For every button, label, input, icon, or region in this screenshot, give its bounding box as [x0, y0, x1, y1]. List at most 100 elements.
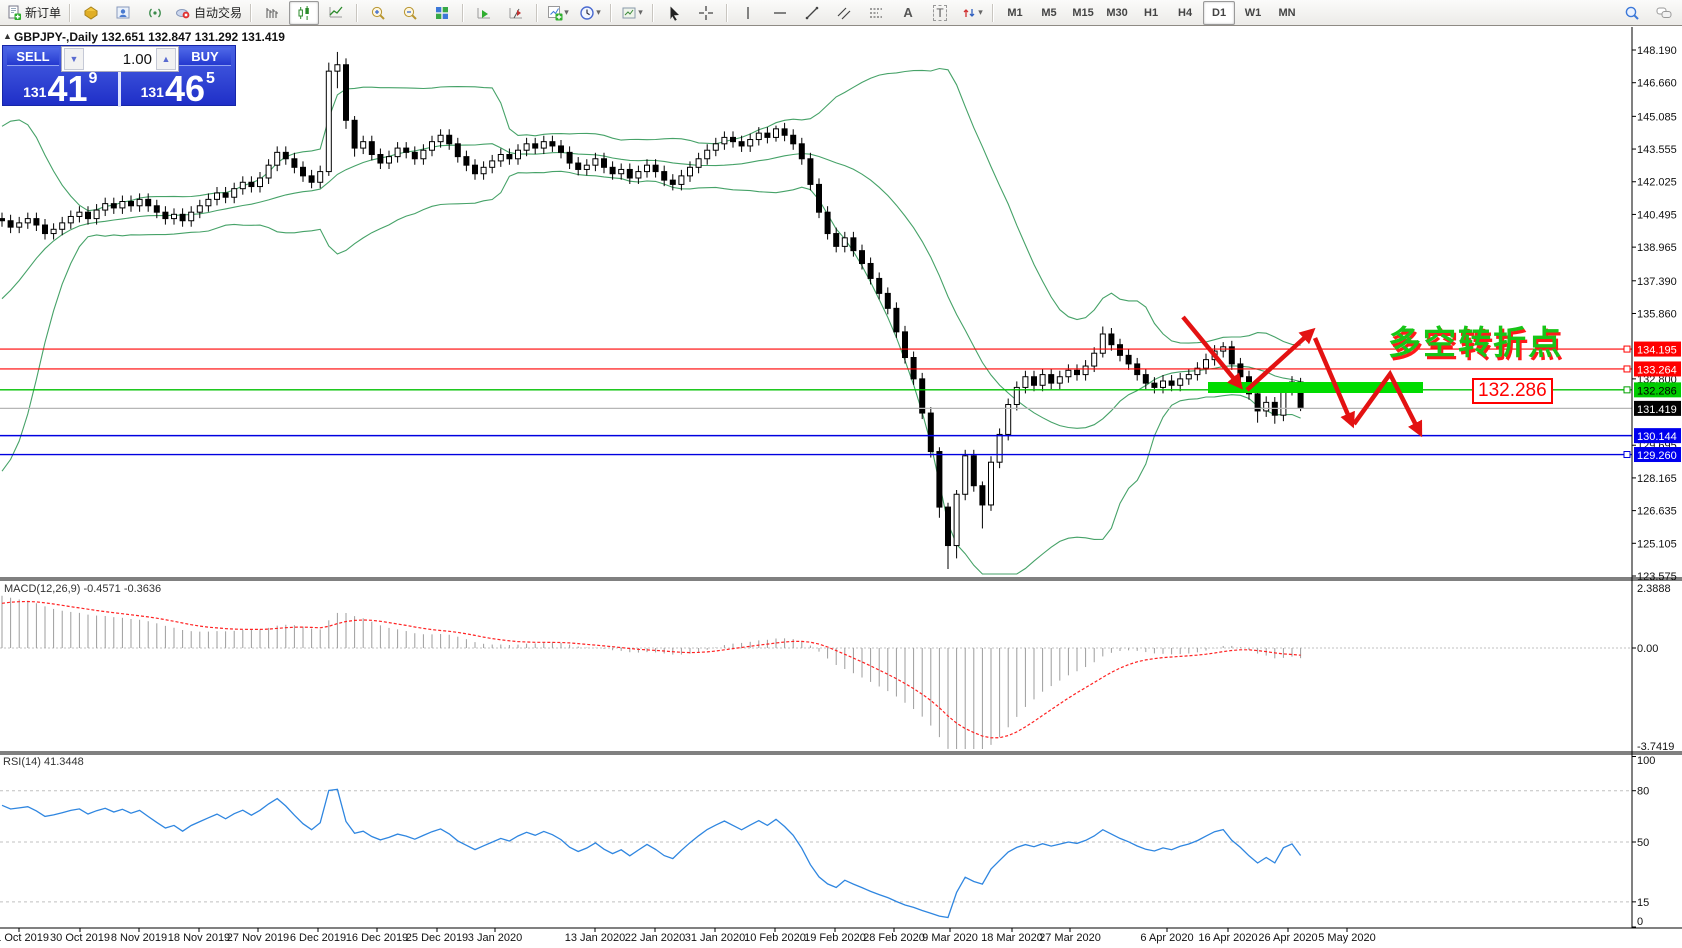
sell-price[interactable]: 131 41 9 — [3, 68, 118, 107]
data-window-button[interactable] — [108, 1, 138, 25]
candle-body — [222, 192, 229, 198]
axis-label: 134.195 — [1637, 345, 1677, 357]
one-click-top-row: SELL ▼ ▲ BUY — [3, 46, 235, 72]
line-anchor[interactable] — [1623, 451, 1631, 459]
mt4-window: { "toolbar": { "new_order_label": "新订单",… — [0, 0, 1682, 948]
tab-timeframe-w1[interactable]: W1 — [1237, 1, 1269, 25]
tab-timeframe-mn[interactable]: MN — [1271, 1, 1303, 25]
collapse-icon[interactable]: ▲ — [3, 31, 12, 41]
tab-timeframe-m1[interactable]: M1 — [999, 1, 1031, 25]
buy-button[interactable]: BUY — [179, 48, 231, 66]
line-chart-button[interactable] — [321, 1, 351, 25]
arrows-tool-button[interactable]: ▾ — [957, 1, 987, 25]
bar-chart-button[interactable] — [257, 1, 287, 25]
sell-price-point: 9 — [88, 70, 98, 87]
candle-body — [867, 262, 874, 279]
axis-label: 132.286 — [1637, 385, 1677, 397]
tab-timeframe-d1[interactable]: D1 — [1203, 0, 1236, 25]
candle-body — [540, 141, 547, 149]
axis-label: 126.635 — [1637, 506, 1677, 518]
axis-label: 3 Jan 2020 — [468, 932, 522, 944]
vertical-line-button[interactable] — [733, 1, 763, 25]
search-button[interactable] — [1617, 1, 1647, 25]
market-watch-button[interactable] — [76, 1, 106, 25]
candle-body — [1056, 376, 1063, 384]
candle-body — [1039, 374, 1046, 386]
line-anchor[interactable] — [1623, 386, 1631, 394]
axis-label: 9 Mar 2020 — [922, 932, 978, 944]
buy-price[interactable]: 131 46 5 — [121, 68, 236, 107]
volume-up-button[interactable]: ▲ — [156, 48, 176, 70]
tab-timeframe-m5[interactable]: M5 — [1033, 1, 1065, 25]
separator — [536, 3, 539, 22]
line-anchor[interactable] — [1623, 365, 1631, 373]
axis-label: 131.419 — [1637, 404, 1677, 416]
candle-body — [1005, 404, 1012, 435]
candle-body — [833, 233, 840, 247]
axis-label: 2.3888 — [1637, 583, 1671, 595]
candle-body — [171, 213, 177, 220]
zoom-in-button[interactable] — [363, 1, 393, 25]
templates-icon — [622, 7, 636, 18]
zoom-out-button[interactable] — [395, 1, 425, 25]
candle-body — [575, 162, 582, 170]
axis-label: 25 Dec 2019 — [406, 932, 468, 944]
candle-body — [420, 149, 427, 160]
tile-windows-button[interactable] — [427, 1, 457, 25]
volume-input[interactable] — [86, 49, 154, 69]
candle-body — [635, 171, 642, 179]
candle-body — [334, 64, 341, 72]
crosshair-icon — [699, 5, 714, 20]
candle-body — [712, 143, 719, 151]
axis-label: 6 Apr 2020 — [1140, 932, 1193, 944]
buy-price-figure: 131 — [140, 84, 164, 100]
candle-body — [446, 134, 453, 145]
candle-body — [910, 357, 917, 380]
add-indicator-button[interactable]: ▾ — [543, 1, 573, 25]
candle-body — [841, 237, 848, 247]
candle-body — [1160, 380, 1166, 388]
text-label-button[interactable]: T — [925, 1, 955, 25]
new-order-button[interactable]: 新订单 — [3, 1, 64, 25]
candlestick-chart-button[interactable] — [289, 0, 320, 25]
volume-down-button[interactable]: ▼ — [64, 48, 84, 70]
trend-arrow[interactable] — [1312, 337, 1355, 429]
candle-body — [902, 331, 908, 359]
axis-label: 125.105 — [1637, 538, 1677, 550]
search-icon — [1625, 6, 1639, 20]
price-chart[interactable]: 148.190 146.660 145.085 143.555 142.025 140.4… — [0, 0, 1682, 948]
tab-timeframe-h4[interactable]: H4 — [1169, 1, 1201, 25]
equidistant-channel-button[interactable] — [829, 1, 859, 25]
candle-body — [798, 143, 805, 160]
bollinger-band — [1, 170, 1301, 575]
candle-body — [773, 128, 779, 138]
chart-shift-button[interactable] — [501, 1, 531, 25]
tab-timeframe-h1[interactable]: H1 — [1135, 1, 1167, 25]
chat-button[interactable] — [1649, 1, 1679, 25]
signals-button[interactable] — [140, 1, 170, 25]
candle-body — [472, 164, 478, 175]
tab-timeframe-m15[interactable]: M15 — [1067, 1, 1099, 25]
crosshair-button[interactable] — [691, 1, 721, 25]
candle-body — [394, 147, 401, 158]
candle-body — [1031, 376, 1037, 386]
candle-body — [497, 153, 504, 162]
sell-button[interactable]: SELL — [7, 48, 59, 66]
candle-body — [583, 164, 590, 170]
cursor-button[interactable] — [659, 1, 689, 25]
horizontal-line-button[interactable] — [765, 1, 795, 25]
candle-body — [669, 179, 676, 185]
candle-body — [764, 132, 771, 138]
templates-button[interactable]: ▾ — [617, 1, 647, 25]
candle-body — [136, 198, 143, 207]
text-tool-button[interactable]: A — [893, 1, 923, 25]
tab-timeframe-m30[interactable]: M30 — [1101, 1, 1133, 25]
axis-label: 138.965 — [1637, 242, 1677, 254]
auto-scroll-button[interactable] — [469, 1, 499, 25]
trendline-button[interactable] — [797, 1, 827, 25]
autotrading-button[interactable]: 自动交易 — [172, 1, 245, 25]
line-anchor[interactable] — [1623, 345, 1631, 353]
periods-button[interactable]: ▾ — [575, 1, 605, 25]
fibonacci-button[interactable] — [861, 1, 891, 25]
axis-label: 130.144 — [1637, 431, 1677, 443]
